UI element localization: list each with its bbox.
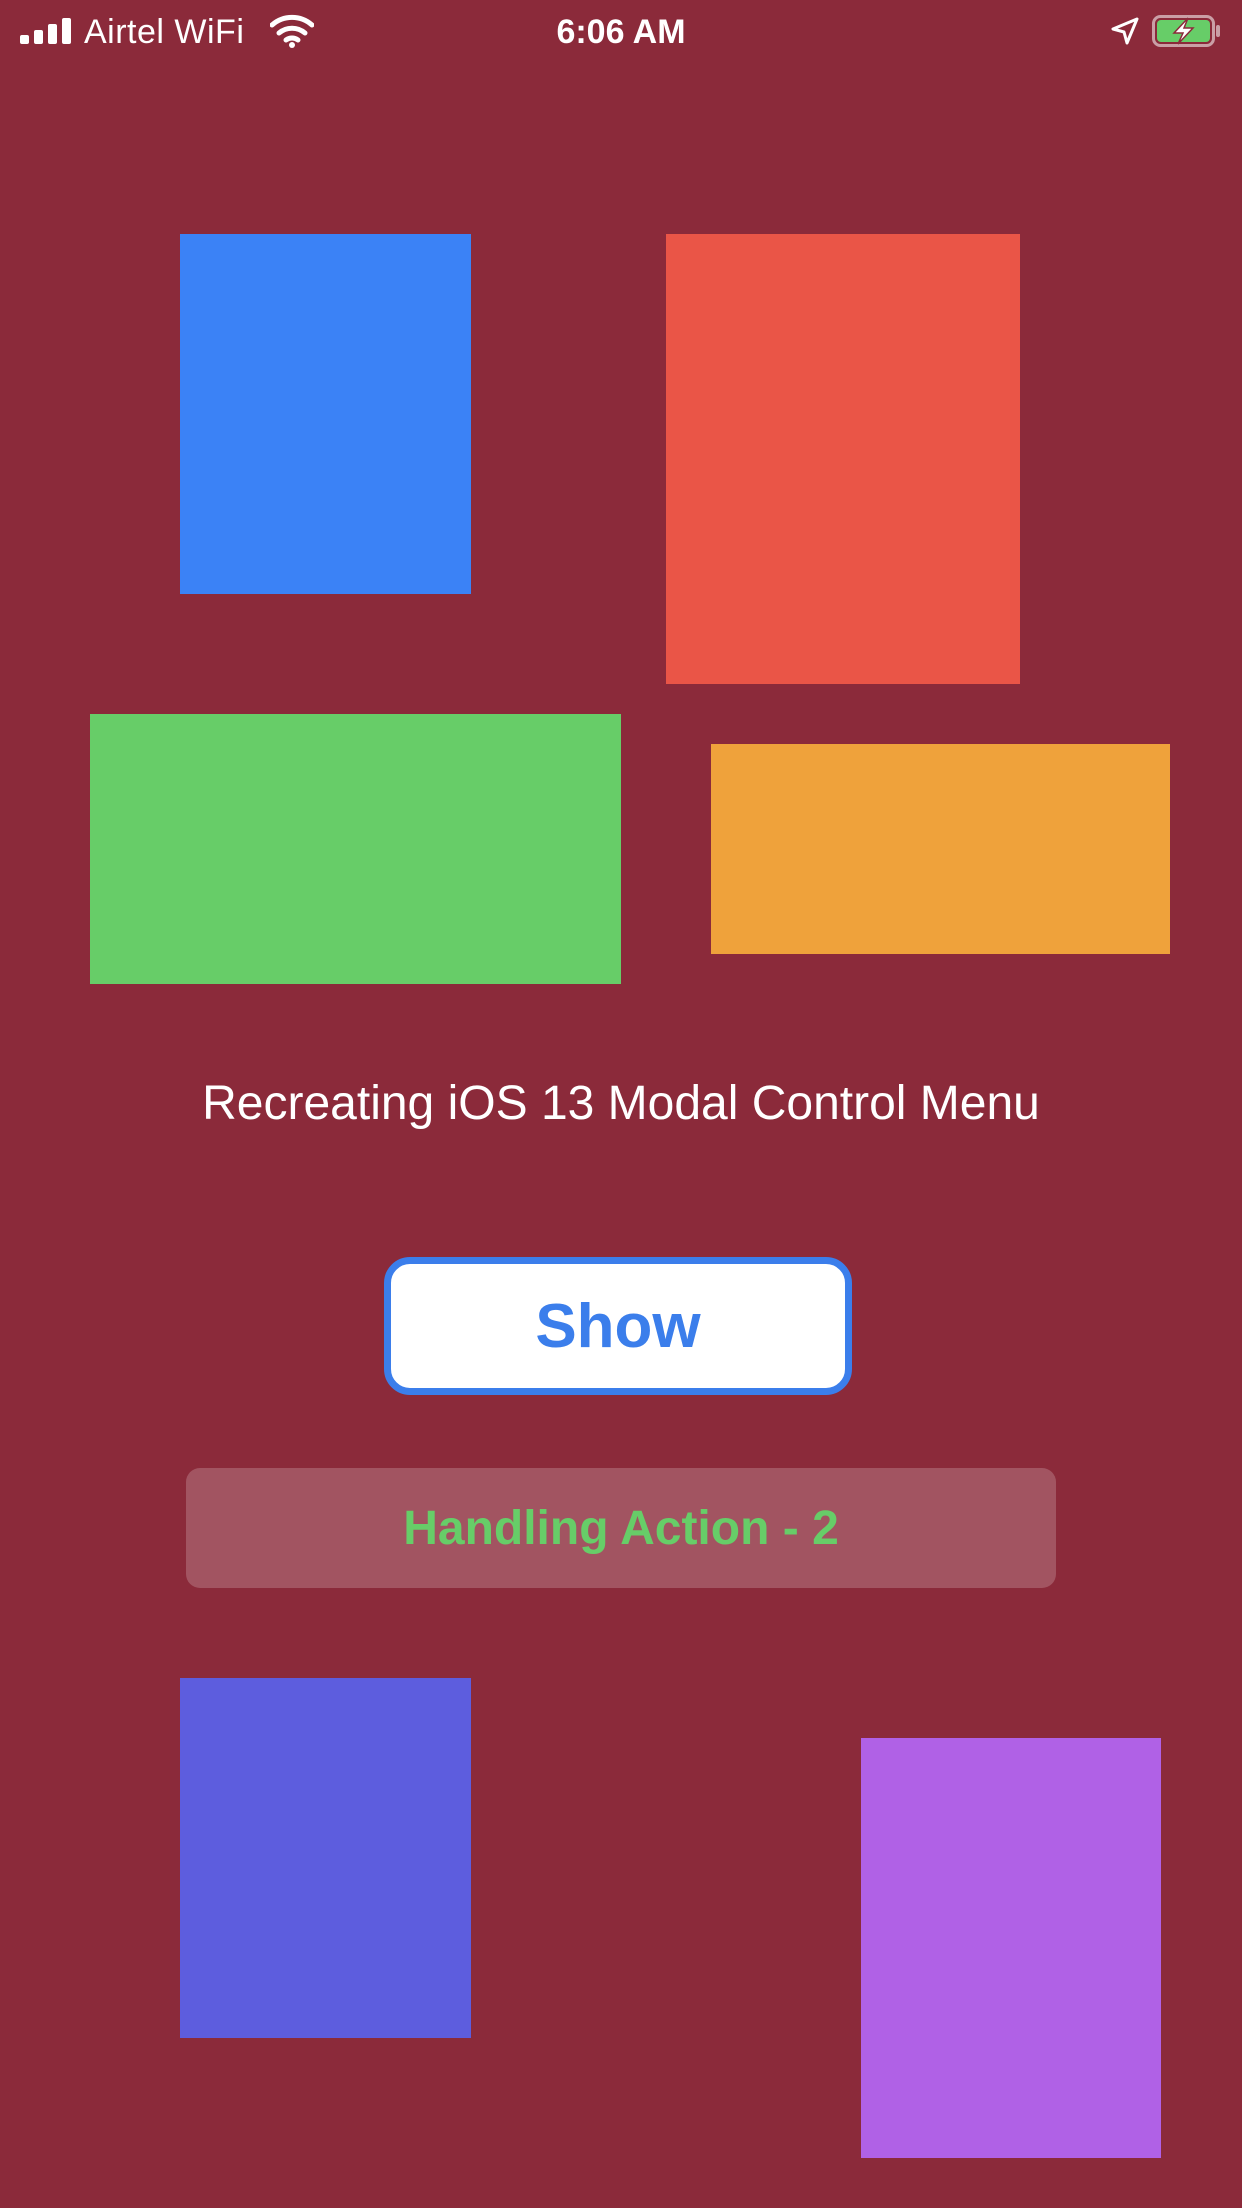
app-screen: Airtel WiFi 6:06 AM Recreating iOS 13 Mo… [0,0,1242,2208]
red-block [666,234,1020,684]
orange-block [711,744,1170,954]
battery-charging-icon [1152,15,1220,47]
indigo-block [180,1678,471,2038]
blue-block [180,234,471,594]
show-button[interactable]: Show [384,1257,852,1395]
status-time: 6:06 AM [556,13,686,51]
purple-block [861,1738,1161,2158]
status-bar: Airtel WiFi 6:06 AM [0,0,1242,64]
action-status-label: Handling Action - 2 [186,1468,1056,1588]
green-block [90,714,621,984]
page-title: Recreating iOS 13 Modal Control Menu [202,1077,1040,1130]
location-arrow-icon [1111,17,1139,45]
